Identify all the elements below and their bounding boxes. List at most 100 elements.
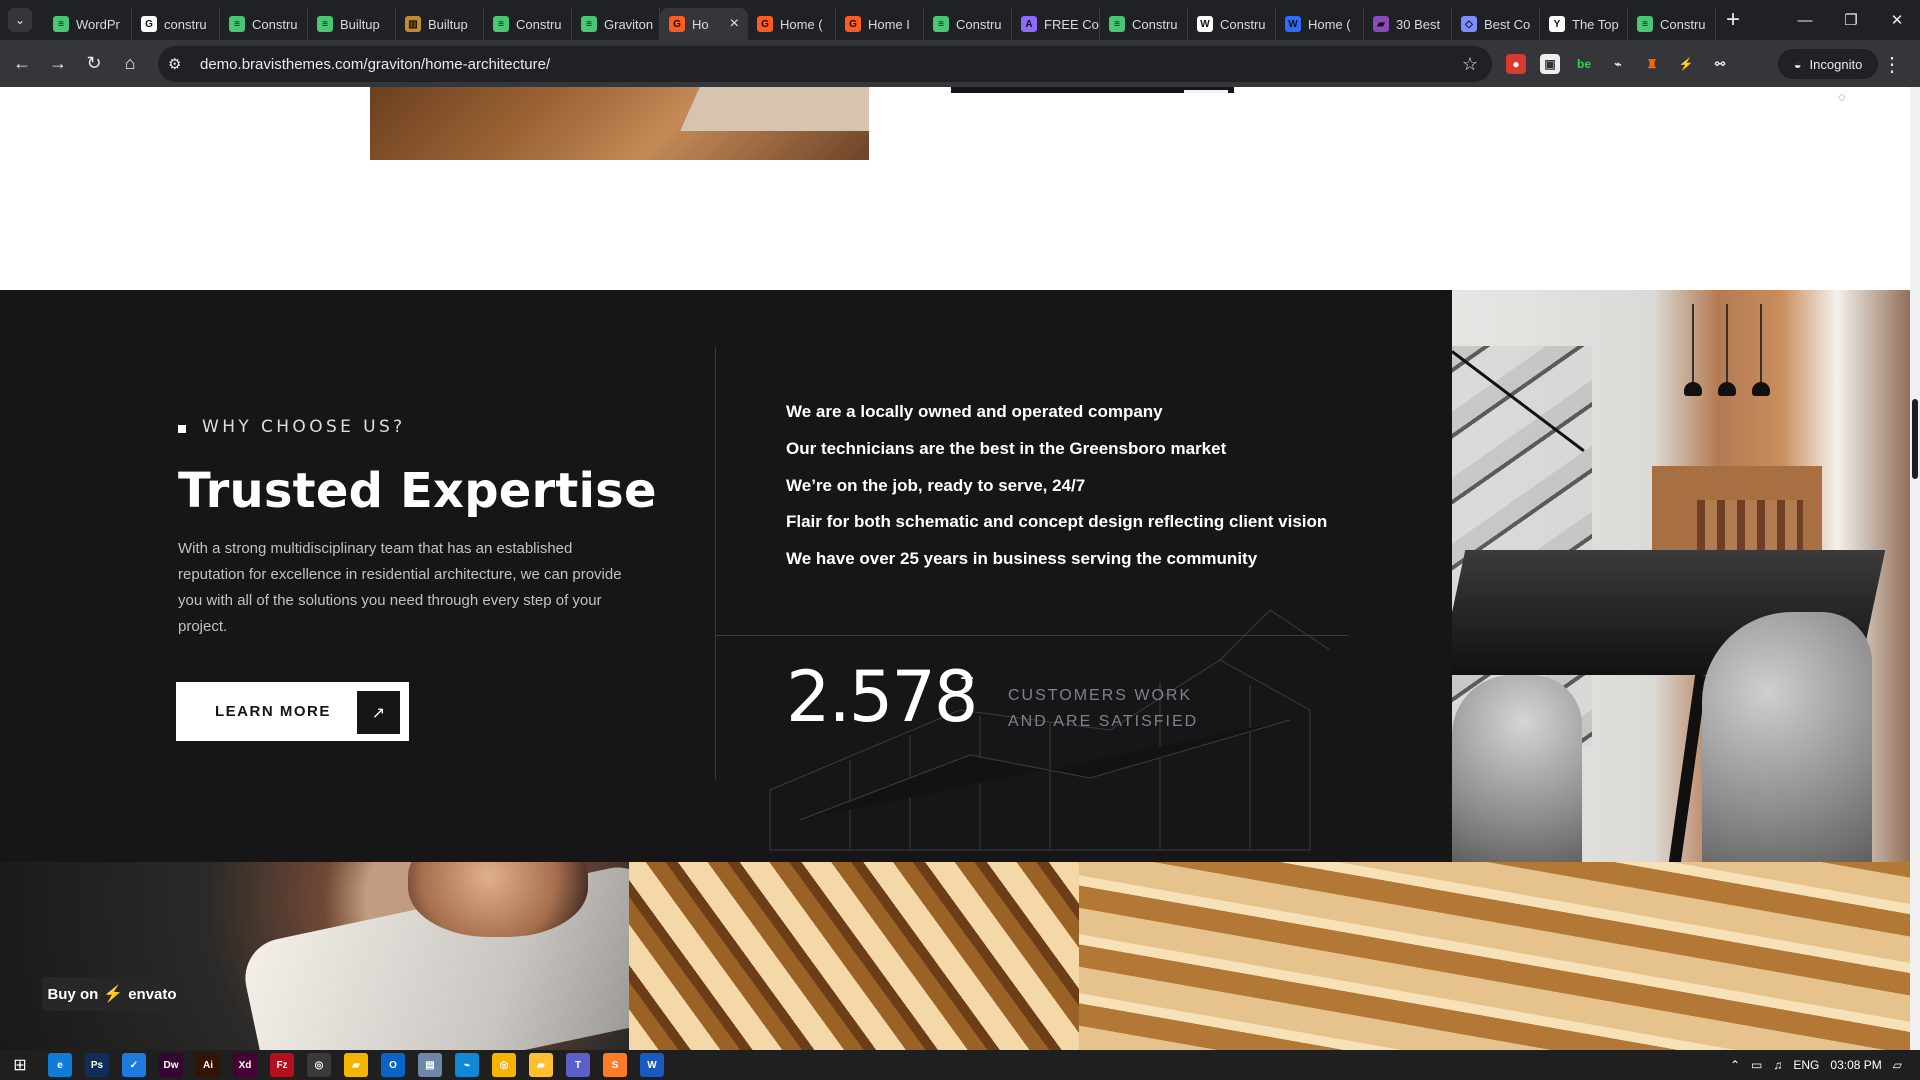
browser-tab[interactable]: ≡ Constru	[1628, 8, 1716, 40]
browser-tab[interactable]: ≡ Constru	[220, 8, 308, 40]
pendant-light-1	[1684, 382, 1702, 396]
tab-title: 30 Best	[1396, 16, 1441, 32]
tab-title: Builtup	[340, 16, 380, 32]
reload-button[interactable]: ↻	[76, 46, 112, 82]
dreamweaver-icon[interactable]: Dw	[159, 1053, 183, 1077]
tab-title: The Top	[1572, 16, 1619, 32]
edge-icon[interactable]: e	[48, 1053, 72, 1077]
browser-tab[interactable]: ▥ Builtup	[396, 8, 484, 40]
page-favicon: ≡	[581, 16, 597, 32]
illustrator-icon[interactable]: Ai	[196, 1053, 220, 1077]
graviton-icon: G	[757, 16, 773, 32]
section-marker-icon	[178, 425, 186, 433]
browser-tab[interactable]: ◇ Best Co	[1452, 8, 1540, 40]
chrome-icon-2[interactable]: ◎	[492, 1053, 516, 1077]
plank-shape	[680, 87, 869, 131]
folder-icon[interactable]: ▰	[529, 1053, 553, 1077]
browser-tab[interactable]: ≡ Constru	[484, 8, 572, 40]
minimize-button[interactable]: —	[1782, 0, 1828, 40]
forward-button[interactable]: →	[40, 46, 76, 82]
corner-decoration-icon: ◇	[1838, 92, 1846, 103]
language-indicator[interactable]: ENG	[1793, 1058, 1819, 1072]
section-kicker: WHY CHOOSE US?	[202, 417, 406, 437]
wix-icon: W	[1197, 16, 1213, 32]
browser-tab[interactable]: G Ho ×	[660, 8, 748, 40]
filezilla-icon[interactable]: Fz	[270, 1053, 294, 1077]
word-icon[interactable]: W	[640, 1053, 664, 1077]
vscode-icon[interactable]: ⌁	[455, 1053, 479, 1077]
close-tab-icon[interactable]: ×	[730, 15, 739, 33]
forward-arrow-icon: →	[49, 53, 67, 73]
network-icon[interactable]: ▭	[1751, 1058, 1762, 1072]
todo-icon[interactable]: ✓	[122, 1053, 146, 1077]
page-scrollbar[interactable]	[1910, 87, 1920, 1050]
browser-tab[interactable]: ▰ 30 Best	[1364, 8, 1452, 40]
close-window-button[interactable]: ✕	[1874, 0, 1920, 40]
address-bar[interactable]: ⚙ demo.bravisthemes.com/graviton/home-ar…	[158, 46, 1492, 82]
browser-tab[interactable]: ≡ Constru	[924, 8, 1012, 40]
extension-disabled-icon[interactable]: ⚡	[1676, 54, 1696, 74]
xd-icon[interactable]: Xd	[233, 1053, 257, 1077]
tab-search-button[interactable]: ⌄	[8, 8, 32, 32]
browser-tab[interactable]: A FREE Co	[1012, 8, 1100, 40]
google-icon: G	[141, 16, 157, 32]
photoshop-icon[interactable]: Ps	[85, 1053, 109, 1077]
notifications-icon[interactable]: ▱	[1893, 1058, 1902, 1072]
extension-orange-icon[interactable]: ♜	[1642, 54, 1662, 74]
page-favicon: ≡	[317, 16, 333, 32]
feature-item-3: We’re on the job, ready to serve, 24/7	[786, 475, 1086, 495]
back-button[interactable]: ←	[4, 46, 40, 82]
clock[interactable]: 03:08 PM	[1830, 1058, 1881, 1072]
bookmark-star-icon[interactable]: ☆	[1462, 54, 1478, 75]
extension-document-icon[interactable]: ▣	[1540, 53, 1560, 74]
browser-tab[interactable]: ≡ Constru	[1100, 8, 1188, 40]
puzzle-icon[interactable]: ⚯	[1710, 54, 1730, 74]
previous-section-button-edge[interactable]	[951, 87, 1234, 93]
tray-arrow-icon[interactable]: ⌃	[1730, 1058, 1740, 1072]
volume-icon[interactable]: ♫	[1773, 1058, 1782, 1072]
browser-tab[interactable]: G Home I	[836, 8, 924, 40]
browser-tab[interactable]: Y The Top	[1540, 8, 1628, 40]
envato-leaf-icon: ⚡	[103, 986, 124, 1003]
horizontal-divider	[716, 635, 1348, 636]
page-favicon: ▥	[405, 16, 421, 32]
page-favicon: ≡	[1637, 16, 1653, 32]
incognito-indicator[interactable]: ◒ Incognito	[1778, 49, 1878, 79]
customers-stat-label: CUSTOMERS WORK AND ARE SATISFIED	[1008, 683, 1198, 735]
notepad-icon[interactable]: ▤	[418, 1053, 442, 1077]
browser-tab[interactable]: ≡ WordPr	[44, 8, 132, 40]
url-text[interactable]: demo.bravisthemes.com/graviton/home-arch…	[200, 56, 550, 73]
learn-more-button[interactable]: LEARN MORE ↗	[176, 682, 409, 741]
browser-tab[interactable]: W Constru	[1188, 8, 1276, 40]
home-icon: ⌂	[124, 53, 136, 73]
incognito-icon: ◒	[1793, 56, 1802, 72]
wood-blocks	[1079, 862, 1910, 1050]
browser-menu-button[interactable]: ⋮	[1882, 52, 1902, 77]
windows-start-button[interactable]: ⊞	[0, 1050, 40, 1080]
sublime-icon[interactable]: S	[603, 1053, 627, 1077]
browser-tab[interactable]: W Home (	[1276, 8, 1364, 40]
browser-tab[interactable]: G Home (	[748, 8, 836, 40]
tab-title: Constru	[516, 16, 562, 32]
restore-button[interactable]: ❐	[1828, 0, 1874, 40]
new-tab-button[interactable]: +	[1726, 6, 1740, 34]
camera-icon[interactable]: ⌁	[1608, 54, 1628, 74]
teams-icon[interactable]: T	[566, 1053, 590, 1077]
extension-green-icon[interactable]: be	[1574, 54, 1594, 74]
home-button[interactable]: ⌂	[112, 46, 148, 82]
buy-on-envato-badge[interactable]: Buy on ⚡ envato	[42, 977, 182, 1011]
features-list: We are a locally owned and operated comp…	[786, 394, 1327, 578]
scrollbar-thumb[interactable]	[1912, 399, 1918, 479]
browser-tab[interactable]: Gconstru	[132, 8, 220, 40]
outlook-icon[interactable]: O	[381, 1053, 405, 1077]
back-arrow-icon: ←	[13, 53, 31, 73]
customers-stat-label-line-2: AND ARE SATISFIED	[1008, 713, 1199, 730]
page-viewport[interactable]: ◇ WHY CHOOSE US? Trusted Expertise With …	[0, 87, 1910, 1050]
notes-icon[interactable]: ▰	[344, 1053, 368, 1077]
site-info-icon[interactable]: ⚙	[168, 55, 192, 73]
extension-red-icon[interactable]: ●	[1506, 53, 1526, 74]
browser-tab[interactable]: ≡ Builtup	[308, 8, 396, 40]
tab-title: Constru	[956, 16, 1002, 32]
browser-tab[interactable]: ≡ Graviton	[572, 8, 660, 40]
chrome-icon[interactable]: ◎	[307, 1053, 331, 1077]
